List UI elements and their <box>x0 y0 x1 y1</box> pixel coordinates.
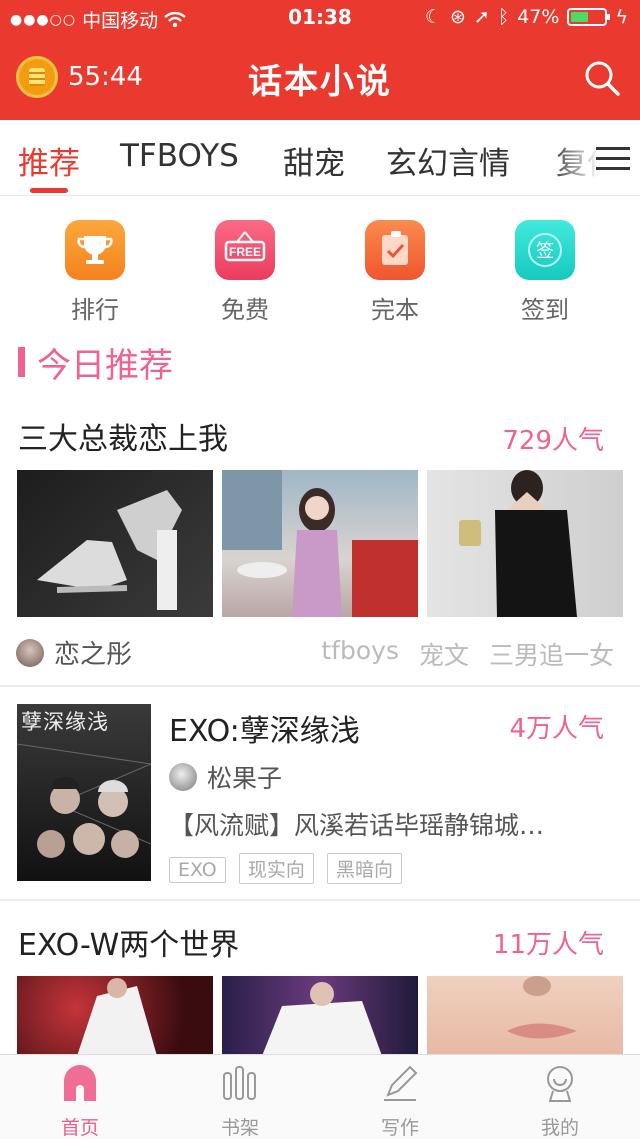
sign-in-icon: 签 <box>515 220 575 280</box>
battery-percent: 47% <box>517 6 560 28</box>
signin-label: 签到 <box>521 296 569 324</box>
avatar <box>169 763 197 791</box>
app-title: 话本小说 <box>248 62 392 102</box>
status-right: ☾ ⊛ ➚ ᛒ 47% ϟ <box>425 6 628 28</box>
book-image[interactable] <box>427 470 623 617</box>
book-tags: tfboys 宠文 三男追一女 <box>321 636 614 672</box>
book-popularity: 11万人气 <box>492 930 604 960</box>
lock-rotation-icon: ⊛ <box>449 6 466 28</box>
nav-profile[interactable]: 我的 <box>500 1063 620 1139</box>
tag[interactable]: tfboys <box>321 636 399 672</box>
tag[interactable]: 宠文 <box>419 636 469 672</box>
signin-badge-text: 签 <box>536 241 554 262</box>
tab-tfboys[interactable]: TFBOYS <box>120 138 239 174</box>
status-bar: ●●●○○ 中国移动 01:38 ☾ ⊛ ➚ ᛒ 47% ϟ <box>0 0 640 36</box>
author-info[interactable]: 松果子 <box>169 759 282 795</box>
bluetooth-icon: ᛒ <box>497 6 510 28</box>
battery-icon <box>567 8 611 26</box>
divider <box>0 685 640 687</box>
tag[interactable]: 黑暗向 <box>326 853 402 884</box>
tab-recommend[interactable]: 推荐 <box>18 138 80 183</box>
finished-label: 完本 <box>371 296 419 324</box>
top-bar: ●●●○○ 中国移动 01:38 ☾ ⊛ ➚ ᛒ 47% ϟ 55:44 话本小… <box>0 0 640 120</box>
nav-bookshelf[interactable]: 书架 <box>180 1063 300 1139</box>
section-accent-bar <box>18 347 25 377</box>
book-tags: EXO 现实向 黑暗向 <box>169 853 410 884</box>
moon-icon: ☾ <box>424 6 442 28</box>
book-image[interactable] <box>17 976 213 1056</box>
section-title: 今日推荐 <box>37 345 173 386</box>
free-entry[interactable]: FREE 免费 <box>195 220 295 325</box>
app-header: 55:44 话本小说 <box>0 36 640 120</box>
active-tab-indicator <box>30 188 68 193</box>
tag[interactable]: 三男追一女 <box>489 636 614 672</box>
book-image[interactable] <box>222 976 418 1056</box>
nav-write-label: 写作 <box>380 1117 419 1139</box>
author-info[interactable]: 恋之彤 <box>16 634 132 671</box>
charging-icon: ϟ <box>615 6 628 28</box>
tab-fantasy-romance[interactable]: 玄幻言情 <box>386 138 510 183</box>
free-sign-icon: FREE <box>215 220 275 280</box>
signin-entry[interactable]: 签 签到 <box>495 220 595 325</box>
category-tabs: 推荐 TFBOYS 甜宠 玄幻言情 复仇 <box>0 120 640 196</box>
tag[interactable]: 现实向 <box>238 853 314 884</box>
location-icon: ➚ <box>473 6 490 28</box>
ranking-label: 排行 <box>71 296 119 324</box>
book-popularity: 729人气 <box>502 426 604 456</box>
pen-icon <box>384 1065 418 1101</box>
free-badge-text: FREE <box>229 245 261 259</box>
tab-sweet[interactable]: 甜宠 <box>283 138 345 183</box>
check-note-icon <box>365 220 425 280</box>
profile-icon <box>547 1066 573 1102</box>
book-title[interactable]: EXO:孽深缘浅 <box>169 706 360 750</box>
ranking-entry[interactable]: 排行 <box>45 220 145 325</box>
nav-home[interactable]: 首页 <box>20 1063 140 1139</box>
nav-home-label: 首页 <box>60 1117 99 1139</box>
book-popularity: 4万人气 <box>509 714 604 744</box>
book-image[interactable] <box>17 470 213 617</box>
nav-profile-label: 我的 <box>540 1117 579 1139</box>
author-name: 松果子 <box>207 764 283 793</box>
author-name: 恋之彤 <box>54 640 133 670</box>
section-header: 今日推荐 <box>18 340 173 386</box>
finished-entry[interactable]: 完本 <box>345 220 445 325</box>
book-title[interactable]: 三大总裁恋上我 <box>18 414 228 458</box>
book-image[interactable] <box>427 976 623 1056</box>
divider <box>0 899 640 901</box>
nav-write[interactable]: 写作 <box>340 1063 460 1139</box>
menu-icon[interactable] <box>596 146 630 172</box>
home-icon <box>64 1065 96 1101</box>
tag[interactable]: EXO <box>169 857 226 883</box>
bookshelf-icon <box>223 1066 256 1100</box>
avatar <box>16 638 44 667</box>
trophy-icon <box>65 220 125 280</box>
quick-entries: 排行 FREE 免费 完本 签 签到 <box>0 196 640 326</box>
book-cover[interactable]: 孽深缘浅 <box>17 704 151 881</box>
search-icon[interactable] <box>582 58 622 98</box>
book-title[interactable]: EXO-W两个世界 <box>18 920 239 964</box>
book-description: 【风流赋】风溪若话毕瑶静锦城… <box>169 811 545 840</box>
free-label: 免费 <box>221 296 269 324</box>
book-image[interactable] <box>222 470 418 617</box>
bottom-nav: 首页 书架 写作 我的 <box>0 1054 640 1139</box>
nav-bookshelf-label: 书架 <box>220 1117 259 1139</box>
